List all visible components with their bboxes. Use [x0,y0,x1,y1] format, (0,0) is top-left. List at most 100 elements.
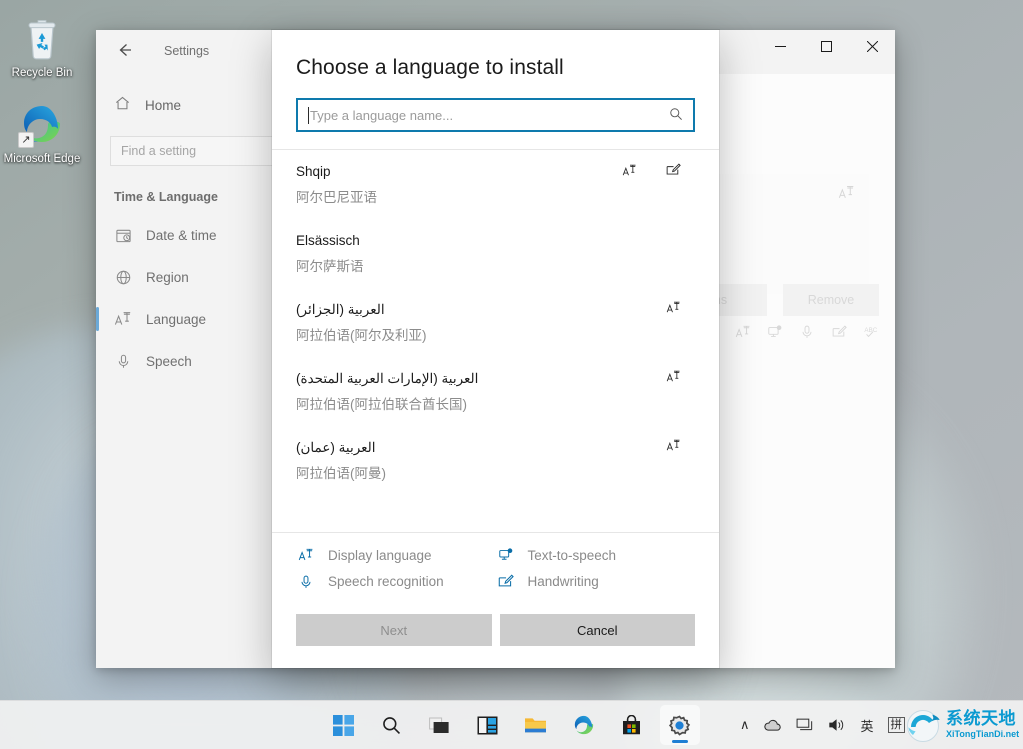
taskbar-task-view-button[interactable] [420,705,460,745]
choose-language-dialog[interactable]: Choose a language to install Type a lang… [272,30,719,668]
window-controls [757,30,895,62]
legend-label: Display language [328,547,432,563]
sidebar-item-region[interactable]: Region [96,256,288,298]
list-item[interactable]: العربية (الإمارات العربية المتحدة) 阿拉伯语(… [272,357,719,426]
legend-speech-recognition: Speech recognition [296,573,496,590]
text-to-speech-icon [496,547,516,563]
display-language-icon [651,438,695,453]
microsoft-edge-icon: ↗ [18,100,66,148]
taskbar-widgets-button[interactable] [468,705,508,745]
taskbar[interactable]: ∧ 英 拼 系统天地 XiTongTianDi.net [0,700,1023,749]
sidebar-item-home[interactable]: Home [96,88,288,122]
list-item[interactable]: Shqip 阿尔巴尼亚语 [272,150,719,219]
globe-icon [114,268,132,286]
language-feature-icons [607,162,695,178]
language-list[interactable]: Shqip 阿尔巴尼亚语 Elsässisch 阿尔萨斯语 العربية (ا… [272,149,719,532]
sidebar-item-label: Language [146,311,207,327]
shortcut-arrow-icon: ↗ [18,132,34,148]
language-native-name: العربية (عمان) [296,440,376,455]
watermark: 系统天地 XiTongTianDi.net [905,700,1023,749]
taskbar-microsoft-store-button[interactable] [612,705,652,745]
legend-text-to-speech: Text-to-speech [496,547,696,563]
ime-language-indicator[interactable]: 英 [860,713,873,737]
language-native-name: العربية (الجزائر) [296,302,385,317]
sidebar-item-speech[interactable]: Speech [96,340,288,382]
handwriting-icon [651,162,695,178]
desktop[interactable]: Recycle Bin ↗ Microsoft Edge Settings Ho… [0,0,1023,749]
taskbar-search-button[interactable] [372,705,412,745]
back-button[interactable] [102,30,146,70]
sidebar-item-label: Date & time [146,227,217,243]
language-feature-icons [651,369,695,384]
network-icon[interactable] [796,713,814,737]
dialog-title: Choose a language to install [296,56,564,79]
taskbar-file-explorer-button[interactable] [516,705,556,745]
dialog-actions: Next Cancel [272,600,719,668]
display-language-icon [114,310,132,328]
text-caret [308,106,309,124]
sidebar-home-label: Home [145,97,182,113]
next-button[interactable]: Next [296,614,492,646]
system-tray: ∧ 英 拼 [740,713,905,737]
legend-label: Text-to-speech [527,547,617,563]
feature-legend: Display language Text-to-speech Speech r… [272,532,719,600]
calendar-clock-icon [114,226,132,244]
taskbar-microsoft-edge-button[interactable] [564,705,604,745]
legend-handwriting: Handwriting [496,573,696,590]
language-localized-name: 阿尔巴尼亚语 [296,190,377,205]
watermark-text: 系统天地 XiTongTianDi.net [946,710,1019,739]
settings-sidebar: Home Find a setting Time & Language Date [96,74,288,668]
ime-mode-indicator[interactable]: 拼 [887,713,905,737]
desktop-icon-label: Recycle Bin [11,67,73,79]
language-feature-icons [651,438,695,453]
find-a-setting-placeholder: Find a setting [121,144,197,158]
display-language-icon [651,300,695,315]
desktop-icon-recycle-bin[interactable]: Recycle Bin [0,14,84,80]
microphone-icon [114,352,132,370]
minimize-button[interactable] [757,30,803,62]
legend-display-language: Display language [296,547,496,563]
watermark-en: XiTongTianDi.net [946,729,1020,739]
display-language-icon [296,547,316,563]
find-a-setting-input[interactable]: Find a setting [110,136,274,166]
home-icon [114,95,131,115]
cancel-button[interactable]: Cancel [499,614,695,646]
language-search-placeholder: Type a language name... [310,107,454,123]
language-native-name: العربية (الإمارات العربية المتحدة) [296,371,479,386]
list-item[interactable]: العربية (الجزائر) 阿拉伯语(阿尔及利亚) [272,288,719,357]
close-button[interactable] [849,30,895,62]
language-feature-icons [651,300,695,315]
handwriting-icon [496,573,516,590]
language-search-input[interactable]: Type a language name... [296,98,695,132]
language-localized-name: 阿尔萨斯语 [296,259,364,274]
chevron-up-icon[interactable]: ∧ [740,713,750,737]
desktop-icon-label: Microsoft Edge [3,153,81,165]
speech-recognition-icon [296,574,316,590]
desktop-icon-microsoft-edge[interactable]: ↗ Microsoft Edge [0,100,84,166]
language-native-name: Elsässisch [296,233,360,248]
watermark-logo-icon [905,707,941,743]
taskbar-center-group [324,705,700,745]
sidebar-group-label: Time & Language [114,190,218,204]
recycle-bin-icon [18,14,66,62]
display-language-icon [651,369,695,384]
sidebar-item-label: Region [146,269,189,285]
legend-label: Handwriting [527,574,599,589]
legend-label: Speech recognition [328,574,444,589]
watermark-cn: 系统天地 [946,709,1016,728]
list-item[interactable]: Elsässisch 阿尔萨斯语 [272,219,719,288]
display-language-icon [607,163,651,178]
sidebar-item-label: Speech [146,353,192,369]
search-icon [669,107,683,124]
language-localized-name: 阿拉伯语(阿曼) [296,466,386,481]
onedrive-icon[interactable] [763,713,782,737]
taskbar-settings-button[interactable] [659,705,700,745]
maximize-button[interactable] [803,30,849,62]
taskbar-start-button[interactable] [324,705,364,745]
window-title: Settings [164,44,210,58]
sidebar-item-language[interactable]: Language [96,298,288,340]
language-localized-name: 阿拉伯语(阿尔及利亚) [296,328,427,343]
volume-icon[interactable] [828,713,846,737]
list-item[interactable]: العربية (عمان) 阿拉伯语(阿曼) [272,426,719,495]
sidebar-item-date-time[interactable]: Date & time [96,214,288,256]
